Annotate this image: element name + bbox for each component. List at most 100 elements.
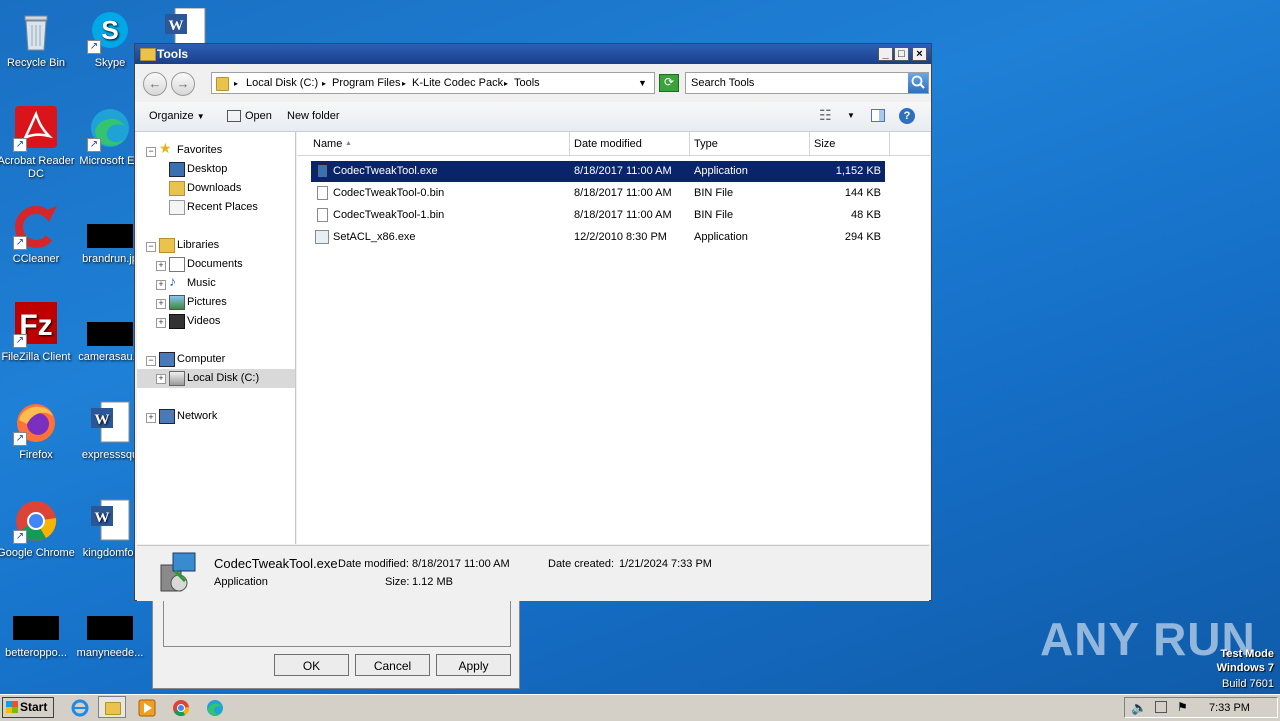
installer-icon bbox=[157, 551, 197, 595]
image-file-icon bbox=[87, 302, 133, 348]
chrome-icon[interactable] bbox=[171, 698, 191, 718]
window-title: Tools bbox=[157, 47, 189, 61]
taskbar: Start 🔈 ⚑ 7:33 PM bbox=[0, 694, 1280, 721]
action-center-flag-icon[interactable]: ⚑ bbox=[1177, 700, 1188, 714]
word-document-icon[interactable]: W bbox=[163, 7, 209, 45]
nav-desktop[interactable]: Desktop bbox=[187, 161, 227, 178]
breadcrumb-klite[interactable]: K-Lite Codec Pack bbox=[412, 77, 503, 89]
file-icon bbox=[317, 186, 328, 200]
desktop-icon-betteroppo[interactable]: betteroppo... bbox=[0, 614, 75, 660]
clock[interactable]: 7:33 PM bbox=[1209, 702, 1250, 714]
desktop-icon-chrome[interactable]: ↗ Google Chrome bbox=[0, 498, 75, 560]
media-player-icon[interactable] bbox=[137, 698, 157, 718]
recycle-bin-icon bbox=[13, 8, 59, 54]
collapse-icon[interactable]: − bbox=[146, 356, 156, 366]
breadcrumb-separator-icon: ▸ bbox=[322, 79, 327, 88]
cancel-button[interactable]: Cancel bbox=[355, 654, 430, 676]
expand-icon[interactable]: + bbox=[146, 413, 156, 423]
application-icon bbox=[315, 230, 329, 244]
expand-icon[interactable]: + bbox=[156, 299, 166, 309]
file-row[interactable]: CodecTweakTool.exe 8/18/2017 11:00 AM Ap… bbox=[311, 161, 885, 182]
nav-favorites[interactable]: Favorites bbox=[177, 142, 222, 159]
view-dropdown-icon[interactable]: ▼ bbox=[847, 111, 855, 120]
expand-icon[interactable]: + bbox=[156, 318, 166, 328]
file-icon bbox=[13, 614, 59, 644]
nav-network[interactable]: Network bbox=[177, 408, 217, 425]
shortcut-arrow-icon: ↗ bbox=[87, 138, 101, 152]
desktop-icon-firefox[interactable]: ↗ Firefox bbox=[0, 400, 75, 462]
col-size[interactable]: Size bbox=[814, 138, 835, 150]
explorer-taskbar-button[interactable] bbox=[98, 696, 126, 718]
file-row[interactable]: CodecTweakTool-1.bin 8/18/2017 11:00 AM … bbox=[311, 205, 885, 226]
open-button[interactable]: Open bbox=[227, 110, 272, 123]
details-filename: CodecTweakTool.exe bbox=[214, 556, 338, 571]
refresh-icon[interactable]: ⟳ bbox=[659, 74, 679, 92]
speaker-icon[interactable]: 🔈 bbox=[1131, 700, 1147, 716]
col-name[interactable]: Name bbox=[313, 138, 342, 150]
breadcrumb-program-files[interactable]: Program Files bbox=[332, 77, 400, 89]
address-bar[interactable]: ▸ Local Disk (C:) ▸ Program Files ▸ K-Li… bbox=[211, 72, 655, 94]
desktop-icon-label: CCleaner bbox=[12, 253, 60, 265]
maximize-button[interactable]: □ bbox=[894, 47, 909, 61]
desktop-icon-recycle-bin[interactable]: Recycle Bin bbox=[0, 8, 75, 70]
shortcut-arrow-icon: ↗ bbox=[87, 40, 101, 54]
nav-computer[interactable]: Computer bbox=[177, 351, 225, 368]
collapse-icon[interactable]: − bbox=[146, 147, 156, 157]
details-modified-value: 8/18/2017 11:00 AM bbox=[412, 558, 510, 570]
nav-documents[interactable]: Documents bbox=[187, 256, 243, 273]
close-button[interactable]: × bbox=[912, 47, 927, 61]
nav-music[interactable]: Music bbox=[187, 275, 216, 292]
address-dropdown-icon[interactable]: ▼ bbox=[638, 78, 647, 88]
nav-local-disk[interactable]: Local Disk (C:) bbox=[187, 370, 259, 387]
start-button[interactable]: Start bbox=[2, 697, 54, 718]
desktop-icon-ccleaner[interactable]: ↗ CCleaner bbox=[0, 204, 75, 266]
shortcut-arrow-icon: ↗ bbox=[13, 138, 27, 152]
breadcrumb-local-disk[interactable]: Local Disk (C:) bbox=[246, 77, 318, 89]
expand-icon[interactable]: + bbox=[156, 261, 166, 271]
back-button[interactable]: ← bbox=[143, 72, 167, 96]
start-label: Start bbox=[20, 700, 48, 714]
search-icon[interactable] bbox=[908, 73, 928, 93]
new-folder-button[interactable]: New folder bbox=[287, 110, 340, 122]
network-icon bbox=[159, 409, 175, 424]
pictures-icon bbox=[169, 295, 185, 310]
desktop-icon-filezilla[interactable]: Fz ↗ FileZilla Client bbox=[0, 302, 75, 364]
collapse-icon[interactable]: − bbox=[146, 242, 156, 252]
libraries-icon bbox=[159, 238, 175, 253]
network-tray-icon[interactable] bbox=[1155, 701, 1167, 713]
breadcrumb-tools[interactable]: Tools bbox=[514, 77, 540, 89]
sort-ascending-icon: ▲ bbox=[345, 140, 352, 147]
help-icon[interactable]: ? bbox=[899, 108, 915, 124]
view-options-icon[interactable]: ☷ bbox=[819, 107, 832, 124]
col-date-modified[interactable]: Date modified bbox=[574, 138, 642, 150]
expand-icon[interactable]: + bbox=[156, 280, 166, 290]
expand-icon[interactable]: + bbox=[156, 374, 166, 384]
file-row[interactable]: CodecTweakTool-0.bin 8/18/2017 11:00 AM … bbox=[311, 183, 885, 204]
edge-icon[interactable] bbox=[205, 698, 225, 718]
word-document-icon: W bbox=[87, 498, 133, 544]
nav-recent-places[interactable]: Recent Places bbox=[187, 199, 258, 216]
search-input[interactable]: Search Tools bbox=[685, 72, 929, 94]
internet-explorer-icon[interactable] bbox=[70, 698, 90, 718]
nav-videos[interactable]: Videos bbox=[187, 313, 220, 330]
nav-local-disk-row[interactable]: + Local Disk (C:) bbox=[137, 369, 295, 388]
file-row[interactable]: SetACL_x86.exe 12/2/2010 8:30 PM Applica… bbox=[311, 227, 885, 248]
desktop-icon-acrobat[interactable]: ↗ Acrobat Reader DC bbox=[0, 106, 75, 181]
folder-icon bbox=[216, 77, 229, 91]
nav-libraries[interactable]: Libraries bbox=[177, 237, 219, 254]
details-created-label: Date created: bbox=[548, 558, 615, 570]
desktop-icon-manyneede[interactable]: manyneede... bbox=[71, 614, 149, 660]
forward-button[interactable]: → bbox=[171, 72, 195, 96]
minimize-button[interactable]: _ bbox=[878, 47, 893, 61]
nav-downloads[interactable]: Downloads bbox=[187, 180, 241, 197]
nav-pictures[interactable]: Pictures bbox=[187, 294, 227, 311]
col-type[interactable]: Type bbox=[694, 138, 718, 150]
apply-button[interactable]: Apply bbox=[436, 654, 511, 676]
desktop-icon-label: betteroppo... bbox=[5, 647, 67, 659]
title-bar[interactable]: Tools _ □ × bbox=[135, 44, 931, 64]
ok-button[interactable]: OK bbox=[274, 654, 349, 676]
organize-button[interactable]: Organize ▼ bbox=[149, 110, 205, 122]
chevron-down-icon: ▼ bbox=[196, 112, 205, 121]
ccleaner-icon: ↗ bbox=[13, 204, 59, 250]
preview-pane-icon[interactable] bbox=[871, 109, 885, 122]
